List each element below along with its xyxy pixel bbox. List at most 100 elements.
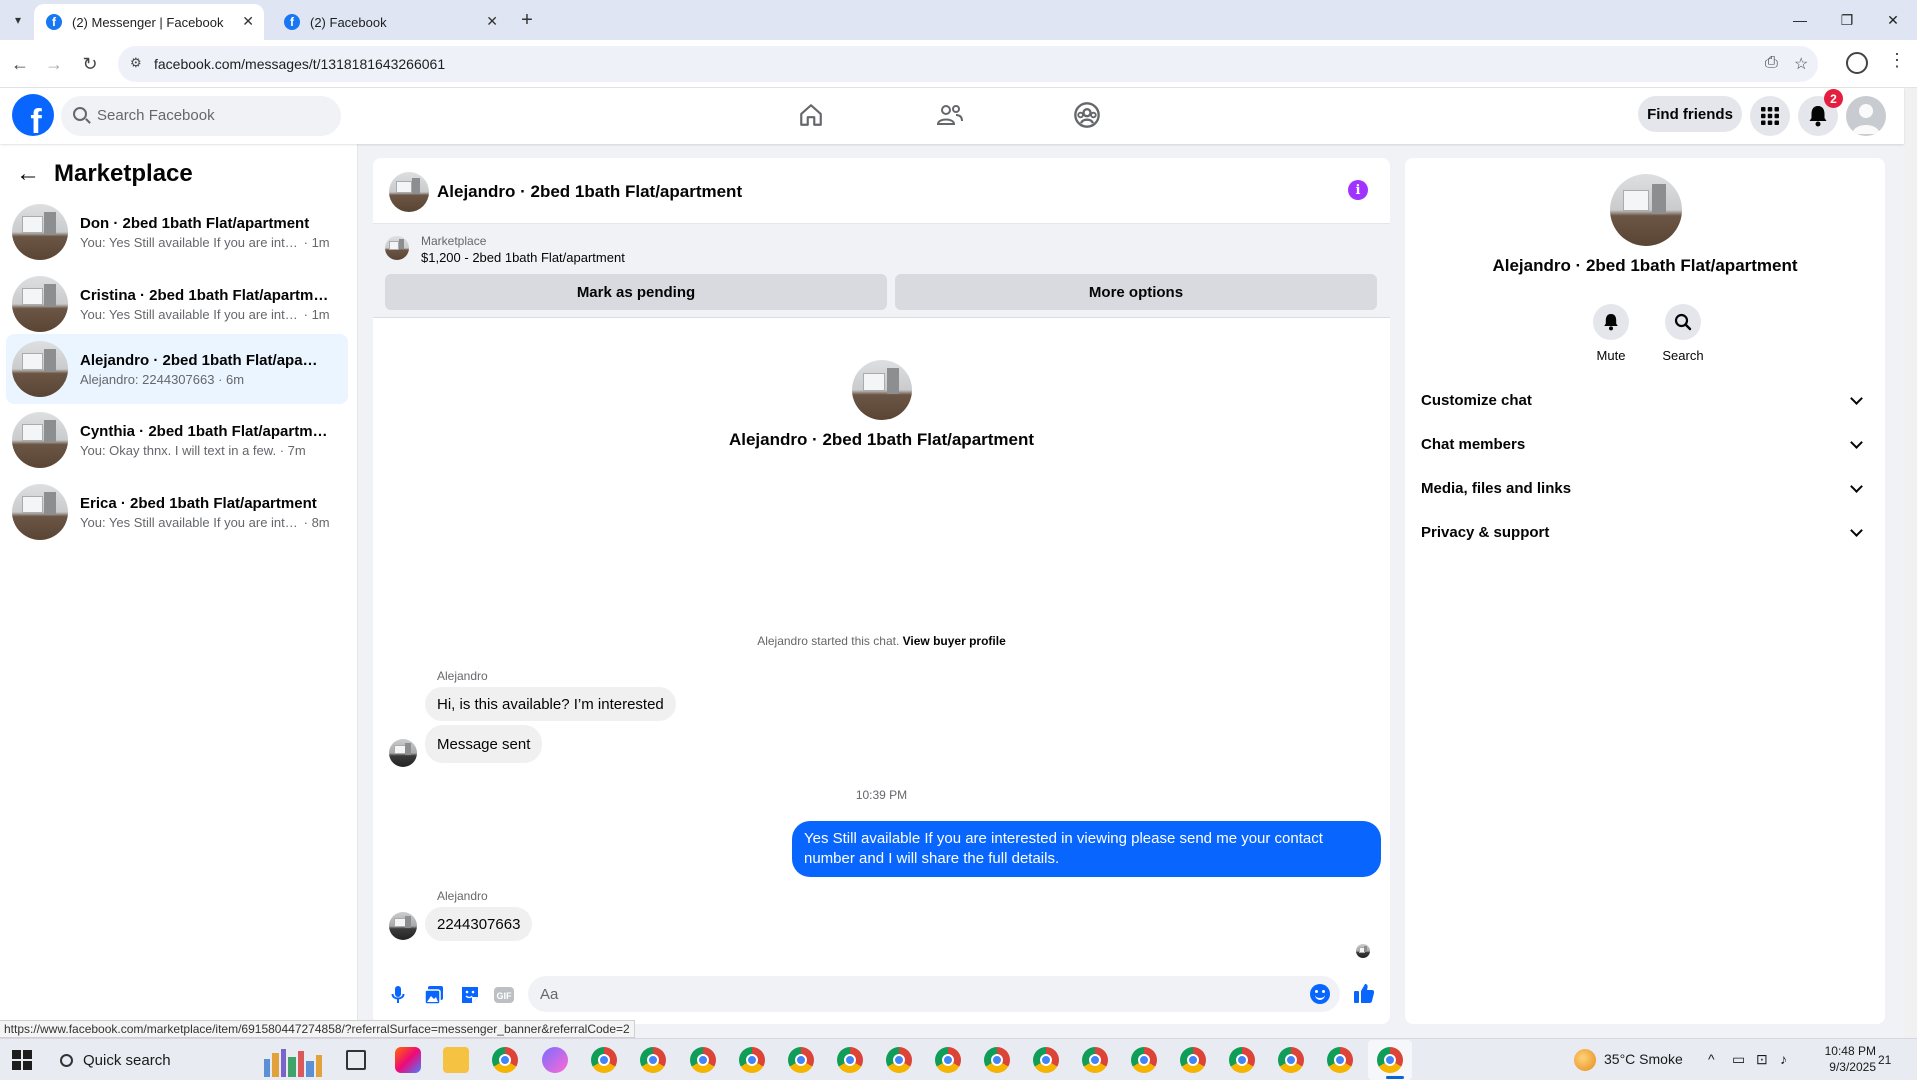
notification-center-icon[interactable]: 21 bbox=[1878, 1049, 1908, 1071]
conversation-item[interactable]: Don · 2bed 1bath Flat/apartment You: Yes… bbox=[6, 198, 348, 266]
notification-count-badge: 2 bbox=[1824, 89, 1843, 108]
message-bubble-in[interactable]: 2244307663 bbox=[425, 907, 533, 941]
listing-thumbnail[interactable] bbox=[385, 236, 409, 260]
chrome-icon[interactable] bbox=[837, 1047, 863, 1073]
marketplace-listing-bar: Marketplace $1,200 - 2bed 1bath Flat/apa… bbox=[373, 224, 1390, 318]
message-bubble-in[interactable]: Message sent bbox=[425, 725, 543, 763]
chrome-icon[interactable] bbox=[739, 1047, 765, 1073]
home-icon[interactable] bbox=[796, 100, 826, 130]
conversation-item[interactable]: Cristina · 2bed 1bath Flat/apartment You… bbox=[6, 270, 348, 338]
chrome-icon[interactable] bbox=[1327, 1047, 1353, 1073]
weather-icon[interactable] bbox=[1574, 1049, 1596, 1071]
privacy-support-section[interactable]: Privacy & support bbox=[1421, 514, 1869, 550]
task-view-icon[interactable] bbox=[346, 1050, 366, 1070]
close-window-button[interactable]: ✕ bbox=[1870, 6, 1916, 34]
friends-icon[interactable] bbox=[935, 100, 965, 130]
thumbs-up-icon[interactable] bbox=[1353, 982, 1375, 1004]
info-icon[interactable]: i bbox=[1348, 180, 1368, 200]
conversation-item[interactable]: Cynthia · 2bed 1bath Flat/apartment You:… bbox=[6, 406, 348, 474]
chrome-icon[interactable] bbox=[1377, 1047, 1403, 1073]
windows-start-icon[interactable] bbox=[12, 1050, 32, 1070]
sender-avatar[interactable] bbox=[389, 912, 417, 940]
info-avatar[interactable] bbox=[1610, 174, 1682, 246]
chrome-icon[interactable] bbox=[984, 1047, 1010, 1073]
chat-members-section[interactable]: Chat members bbox=[1421, 426, 1869, 462]
customize-chat-section[interactable]: Customize chat bbox=[1421, 382, 1869, 418]
back-button[interactable]: ← bbox=[8, 52, 32, 76]
groups-icon[interactable] bbox=[1072, 100, 1102, 130]
sidebar-title: Marketplace bbox=[54, 160, 193, 187]
view-buyer-profile-link[interactable]: View buyer profile bbox=[903, 634, 1006, 648]
chrome-icon[interactable] bbox=[1180, 1047, 1206, 1073]
conversation-item[interactable]: Erica · 2bed 1bath Flat/apartment You: Y… bbox=[6, 478, 348, 546]
chrome-icon[interactable] bbox=[492, 1047, 518, 1073]
gif-icon[interactable]: GIF bbox=[493, 984, 515, 1006]
find-friends-button[interactable]: Find friends bbox=[1638, 96, 1742, 132]
search-chat-button[interactable]: Search bbox=[1653, 304, 1713, 363]
bookmark-star-icon[interactable]: ☆ bbox=[1794, 54, 1808, 74]
file-explorer-icon[interactable] bbox=[443, 1047, 469, 1073]
new-tab-button[interactable]: + bbox=[515, 8, 539, 32]
photo-icon[interactable] bbox=[423, 984, 445, 1006]
tab-facebook[interactable]: f (2) Facebook ✕ bbox=[272, 4, 508, 40]
close-tab-icon[interactable]: ✕ bbox=[486, 13, 498, 30]
media-files-links-section[interactable]: Media, files and links bbox=[1421, 470, 1869, 506]
conversation-item-selected[interactable]: Alejandro · 2bed 1bath Flat/apartment Al… bbox=[6, 334, 348, 404]
display-icon[interactable]: ⊡ bbox=[1756, 1051, 1768, 1068]
chrome-icon[interactable] bbox=[1278, 1047, 1304, 1073]
close-tab-icon[interactable]: ✕ bbox=[242, 13, 254, 30]
install-app-icon[interactable]: ⎙ bbox=[1765, 54, 1778, 72]
paint-app-icon[interactable] bbox=[542, 1047, 568, 1073]
tab-search-icon[interactable]: ▾ bbox=[6, 8, 30, 32]
back-arrow-icon[interactable]: ← bbox=[16, 160, 40, 188]
chrome-icon[interactable] bbox=[1082, 1047, 1108, 1073]
network-icon[interactable]: ▭ bbox=[1732, 1051, 1745, 1068]
conversation-snippet: You: Yes Still available If you are inte… bbox=[80, 514, 300, 530]
copilot-icon[interactable] bbox=[395, 1047, 421, 1073]
menu-grid-button[interactable] bbox=[1750, 96, 1790, 136]
minimize-button[interactable]: — bbox=[1777, 6, 1823, 34]
browser-menu-icon[interactable]: ⋮ bbox=[1888, 50, 1906, 71]
account-avatar[interactable] bbox=[1846, 96, 1886, 136]
sticker-icon[interactable] bbox=[459, 984, 481, 1006]
mark-as-pending-button[interactable]: Mark as pending bbox=[385, 274, 887, 310]
reload-button[interactable]: ↻ bbox=[78, 52, 102, 76]
chrome-icon[interactable] bbox=[935, 1047, 961, 1073]
browser-profile-icon[interactable] bbox=[1846, 52, 1868, 74]
chrome-icon[interactable] bbox=[886, 1047, 912, 1073]
weather-text[interactable]: 35°C Smoke bbox=[1604, 1051, 1683, 1067]
city-widget-icon[interactable] bbox=[260, 1045, 330, 1077]
chrome-icon[interactable] bbox=[788, 1047, 814, 1073]
chrome-icon[interactable] bbox=[640, 1047, 666, 1073]
message-bubble-out[interactable]: Yes Still available If you are intereste… bbox=[792, 821, 1381, 877]
site-info-icon[interactable]: ⚙ bbox=[130, 55, 148, 73]
chrome-icon[interactable] bbox=[690, 1047, 716, 1073]
page-scrollbar[interactable] bbox=[1904, 88, 1917, 1038]
tab-messenger[interactable]: f (2) Messenger | Facebook ✕ bbox=[34, 4, 264, 40]
facebook-logo[interactable]: f bbox=[12, 94, 54, 136]
listing-title[interactable]: $1,200 - 2bed 1bath Flat/apartment bbox=[421, 250, 625, 265]
message-input[interactable]: Aa bbox=[528, 976, 1340, 1012]
chevron-up-icon[interactable]: ^ bbox=[1708, 1051, 1715, 1067]
message-bubble-in[interactable]: Hi, is this available? I’m interested bbox=[425, 687, 676, 721]
emoji-icon[interactable] bbox=[1310, 984, 1330, 1004]
taskbar-clock[interactable]: 10:48 PM 9/3/2025 bbox=[1806, 1043, 1876, 1075]
conversation-name: Erica · 2bed 1bath Flat/apartment bbox=[80, 494, 317, 512]
chrome-icon[interactable] bbox=[1131, 1047, 1157, 1073]
chrome-icon[interactable] bbox=[1033, 1047, 1059, 1073]
forward-button[interactable]: → bbox=[42, 52, 66, 76]
url-input[interactable]: ⚙ facebook.com/messages/t/13181816432660… bbox=[118, 46, 1818, 82]
chrome-icon[interactable] bbox=[1229, 1047, 1255, 1073]
more-options-button[interactable]: More options bbox=[895, 274, 1377, 310]
search-label: Search bbox=[1662, 348, 1704, 363]
facebook-header: f Search Facebook Find friends 2 bbox=[0, 88, 1904, 144]
sender-avatar[interactable] bbox=[389, 739, 417, 767]
chat-title[interactable]: Alejandro · 2bed 1bath Flat/apartment bbox=[437, 182, 742, 202]
chat-avatar[interactable] bbox=[389, 172, 429, 212]
restore-button[interactable]: ❐ bbox=[1824, 6, 1870, 34]
search-facebook-input[interactable]: Search Facebook bbox=[61, 96, 341, 136]
mute-button[interactable]: Mute bbox=[1581, 304, 1641, 363]
volume-icon[interactable]: ♪ bbox=[1780, 1051, 1787, 1067]
microphone-icon[interactable] bbox=[387, 984, 409, 1006]
chrome-icon[interactable] bbox=[591, 1047, 617, 1073]
